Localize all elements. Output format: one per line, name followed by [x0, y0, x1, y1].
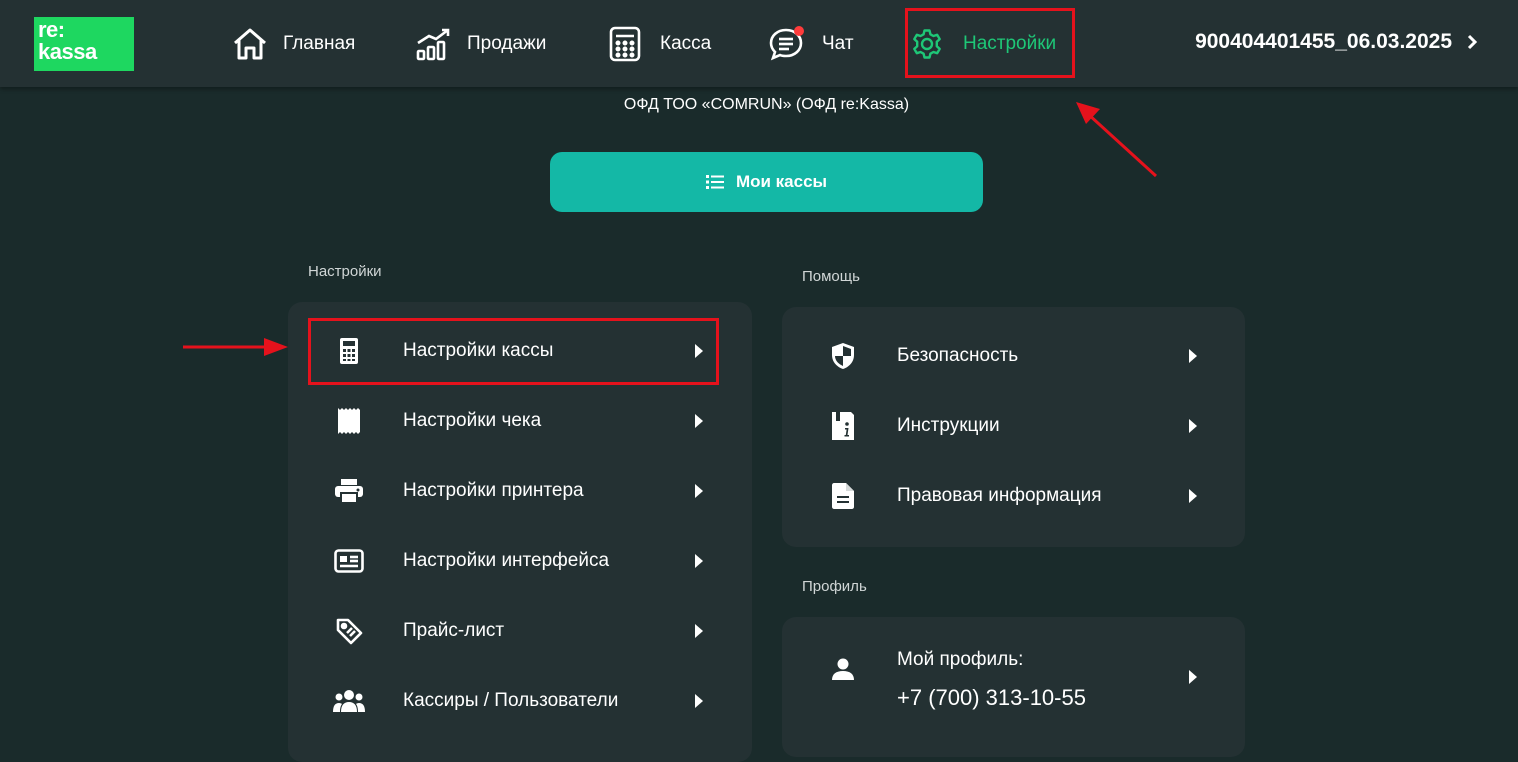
chevron-right-icon — [1467, 34, 1478, 50]
chevron-right-icon — [695, 484, 703, 498]
profile-section-title: Профиль — [802, 578, 867, 595]
chevron-right-icon — [1189, 489, 1197, 503]
settings-item-printer[interactable]: Настройки принтера — [333, 461, 713, 521]
annotation-arrow-right — [183, 338, 288, 356]
help-item-legal[interactable]: Правовая информация — [827, 466, 1207, 526]
help-section-title: Помощь — [802, 268, 860, 285]
printer-icon — [333, 475, 365, 507]
person-icon — [827, 653, 859, 685]
account-selector[interactable]: 900404401455_06.03.2025 — [1195, 30, 1478, 54]
shield-icon — [827, 340, 859, 372]
sales-chart-icon — [416, 28, 450, 61]
profile-card[interactable]: Мой профиль: +7 (700) 313-10-55 — [782, 617, 1245, 757]
profile-label: Мой профиль: — [897, 649, 1024, 670]
logo-line-2: kassa — [38, 39, 97, 64]
help-item-security[interactable]: Безопасность — [827, 326, 1207, 386]
settings-item-receipt[interactable]: Настройки чека — [333, 391, 713, 451]
nav-label-home: Главная — [283, 33, 356, 54]
nav-label-sales: Продажи — [467, 33, 547, 54]
interface-icon — [333, 545, 365, 577]
account-label: 900404401455_06.03.2025 — [1195, 30, 1452, 53]
settings-section-title: Настройки — [308, 263, 382, 280]
nav-item-chat[interactable]: Чат — [768, 22, 854, 66]
chat-icon — [769, 26, 804, 61]
receipt-icon — [333, 405, 365, 437]
nav-item-home[interactable]: Главная — [231, 22, 355, 66]
help-item-instructions[interactable]: Инструкции — [827, 396, 1207, 456]
ofd-info: ОФД ТОО «COMRUN» (ОФД re:Kassa) — [623, 96, 910, 113]
help-item-label: Безопасность — [897, 345, 1019, 366]
chevron-right-icon — [695, 694, 703, 708]
settings-item-label: Прайс-лист — [403, 620, 505, 641]
settings-item-label: Настройки интерфейса — [403, 550, 610, 571]
settings-item-label: Кассиры / Пользователи — [403, 690, 619, 711]
calculator-icon — [609, 26, 641, 62]
nav-item-sales[interactable]: Продажи — [415, 22, 546, 66]
help-card: Безопасность Инструкции Правовая информа… — [782, 307, 1245, 547]
my-registers-label: Мои кассы — [735, 172, 828, 191]
profile-phone: +7 (700) 313-10-55 — [897, 685, 1086, 710]
settings-item-cashiers[interactable]: Кассиры / Пользователи — [333, 671, 713, 731]
settings-item-label: Настройки чека — [403, 410, 542, 431]
chevron-right-icon — [695, 554, 703, 568]
chevron-right-icon — [1189, 670, 1197, 684]
list-icon — [705, 175, 724, 189]
top-navigation-bar: re: kassa Главная Продажи Касса Чат Наст… — [0, 0, 1518, 87]
rekassa-logo[interactable]: re: kassa — [34, 17, 134, 71]
document-icon — [827, 480, 859, 512]
nav-item-register[interactable]: Касса — [608, 22, 711, 66]
chevron-right-icon — [695, 624, 703, 638]
my-registers-button[interactable]: Мои кассы — [550, 152, 983, 212]
settings-item-price-list[interactable]: Прайс-лист — [333, 601, 713, 661]
users-icon — [333, 685, 365, 717]
home-icon — [234, 28, 266, 60]
help-item-label: Правовая информация — [897, 485, 1102, 506]
settings-item-interface[interactable]: Настройки интерфейса — [333, 531, 713, 591]
help-item-label: Инструкции — [897, 415, 1000, 436]
highlight-box-register-settings — [308, 318, 719, 385]
chevron-right-icon — [1189, 349, 1197, 363]
info-book-icon — [827, 410, 859, 442]
settings-item-label: Настройки принтера — [403, 480, 584, 501]
annotation-arrow-up-left — [1076, 102, 1158, 178]
nav-label-chat: Чат — [822, 33, 854, 54]
chevron-right-icon — [695, 414, 703, 428]
chevron-right-icon — [1189, 419, 1197, 433]
tag-icon — [333, 615, 365, 647]
highlight-box-settings-nav — [905, 8, 1075, 78]
nav-label-register: Касса — [660, 33, 712, 54]
